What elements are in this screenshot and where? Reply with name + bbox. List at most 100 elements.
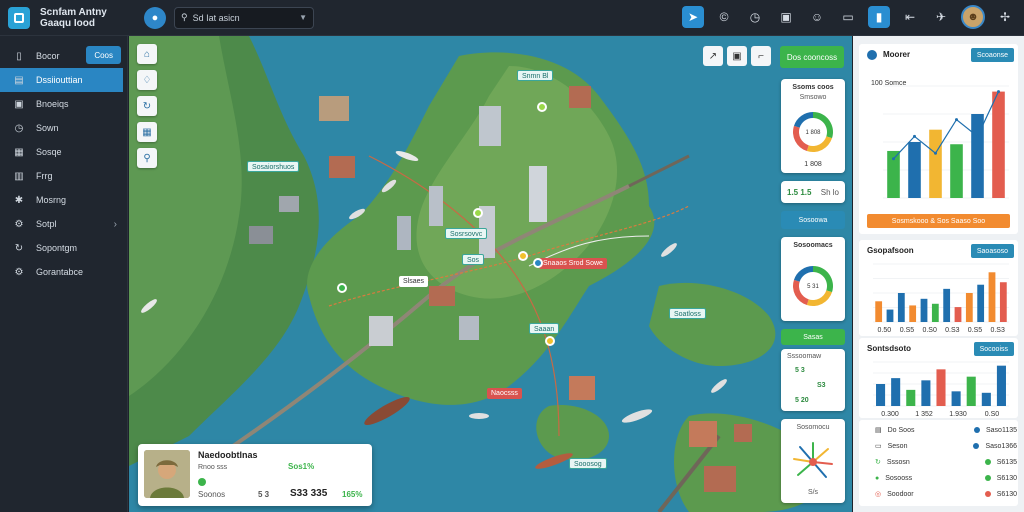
chart-bar[interactable] bbox=[996, 365, 1006, 406]
map-label[interactable]: Soatloss bbox=[669, 308, 706, 319]
chart-bar[interactable] bbox=[988, 272, 996, 322]
monitor-icon[interactable]: ▭ bbox=[837, 6, 859, 28]
chart-bar[interactable] bbox=[906, 389, 916, 406]
legend-row[interactable]: ▭ Seson Saso1366 bbox=[875, 440, 1017, 452]
chart-bar[interactable] bbox=[981, 392, 991, 406]
widget-donut-1[interactable]: Ssoms coos Smsowo 1 808 1 808 bbox=[781, 79, 845, 173]
chart-bar[interactable] bbox=[931, 303, 939, 322]
sidebar-item-5[interactable]: ▥ Frrg bbox=[0, 164, 127, 188]
chart-bar[interactable] bbox=[966, 376, 976, 406]
chart-button[interactable]: Saoasoso bbox=[970, 244, 1014, 258]
chart-card-mid[interactable]: Gsopafsoon Saoasoso 0.50 0.S5 0.S0 0.S3 0.S5… bbox=[859, 240, 1018, 336]
chart-point[interactable] bbox=[955, 118, 958, 122]
chart-bar[interactable] bbox=[999, 282, 1007, 322]
chart-button[interactable]: Scoaonse bbox=[970, 48, 1014, 62]
chart-bar[interactable] bbox=[921, 380, 931, 406]
search-input[interactable] bbox=[192, 12, 293, 23]
settings-icon[interactable]: ✢ bbox=[994, 6, 1016, 28]
map-label[interactable]: Snaaos Srod Sowe bbox=[539, 258, 607, 269]
widget-radial[interactable]: Sosomocu S/s bbox=[781, 419, 845, 503]
chart-point[interactable] bbox=[997, 90, 1000, 94]
chart-bar[interactable] bbox=[936, 369, 946, 406]
zoom-tool-button[interactable]: Dos cooncoss bbox=[780, 46, 844, 68]
window-tool-icon[interactable]: ▣ bbox=[727, 46, 747, 66]
chart-banner[interactable]: Sosmskooo & Sos Saaso Soo bbox=[867, 214, 1010, 228]
copyright-icon[interactable]: © bbox=[713, 6, 735, 28]
map-label[interactable]: Sos bbox=[462, 254, 485, 265]
clock-icon[interactable]: ◷ bbox=[744, 6, 766, 28]
map-pin[interactable] bbox=[545, 336, 555, 346]
widget-teal-button[interactable]: Sosoowa bbox=[781, 211, 845, 229]
pie-slice[interactable] bbox=[806, 290, 833, 306]
map-label[interactable]: Sooosog bbox=[569, 458, 607, 469]
pie-slice[interactable] bbox=[806, 136, 833, 152]
map-label[interactable]: Sosaiorshuos bbox=[247, 161, 300, 172]
widget-donut-2[interactable]: Sosoomacs 5 31 bbox=[781, 237, 845, 321]
legend-row[interactable]: ▤ Do Soos Saso1135 bbox=[875, 424, 1017, 436]
chart-card-low[interactable]: Sontsdsoto Socooiss 0.300 1 352 1.930 0.S0 bbox=[859, 338, 1018, 418]
map-label[interactable]: Snmn Bl bbox=[517, 70, 554, 81]
mobile-icon[interactable]: ▮ bbox=[868, 6, 890, 28]
chart-bar[interactable] bbox=[875, 301, 883, 322]
chart-bar[interactable] bbox=[954, 307, 962, 322]
chart-bar[interactable] bbox=[950, 144, 963, 198]
chart-bar[interactable] bbox=[929, 129, 942, 198]
drop-icon[interactable]: ♢ bbox=[137, 70, 157, 90]
link-icon[interactable]: ⚲ bbox=[137, 148, 157, 168]
sidebar-item-9[interactable]: ⚙ Gorantabce bbox=[0, 260, 127, 284]
chart-bar[interactable] bbox=[876, 384, 886, 406]
map-pin[interactable] bbox=[473, 208, 483, 218]
chart-bar[interactable] bbox=[992, 91, 1005, 198]
location-icon[interactable]: ● bbox=[144, 6, 166, 29]
chart-point[interactable] bbox=[913, 134, 916, 138]
sidebar-item-6[interactable]: ✱ Mosrng bbox=[0, 188, 127, 212]
chart-bar[interactable] bbox=[977, 284, 985, 322]
user-group-icon[interactable]: ☺ bbox=[806, 6, 828, 28]
grid-tool-icon[interactable]: ▦ bbox=[137, 122, 157, 142]
reload-icon[interactable]: ↻ bbox=[137, 96, 157, 116]
map-pin[interactable] bbox=[537, 102, 547, 112]
user-card[interactable]: Naedoobtlnas Rnoo sss Sos1% Soonos 5 3 S… bbox=[138, 444, 372, 506]
map-label[interactable]: Slsaes bbox=[399, 276, 429, 287]
arrow-icon[interactable]: ⇤ bbox=[899, 6, 921, 28]
chart-bar[interactable] bbox=[965, 293, 973, 322]
sidebar-action-button[interactable]: Coos bbox=[86, 46, 121, 64]
sidebar-item-2[interactable]: ▣ Bnoeiqs bbox=[0, 92, 127, 116]
plane-icon[interactable]: ✈ bbox=[930, 6, 952, 28]
chart-bar[interactable] bbox=[943, 288, 951, 322]
sidebar-item-1[interactable]: ▤ Dssiiouttian bbox=[0, 68, 123, 92]
chevron-down-icon[interactable]: ▼ bbox=[299, 13, 307, 22]
map-pin[interactable] bbox=[337, 283, 347, 293]
chart-bar[interactable] bbox=[951, 391, 961, 406]
chart-bar[interactable] bbox=[886, 309, 894, 322]
chart-point[interactable] bbox=[976, 134, 979, 138]
map-label[interactable]: Saaan bbox=[529, 323, 560, 334]
chart-card-top[interactable]: Moorer Scoaonse 100 Somce Sosmskooo & So… bbox=[859, 44, 1018, 234]
legend-row[interactable]: ● Sosooss S6130 bbox=[875, 472, 1017, 484]
chart-point[interactable] bbox=[934, 151, 937, 155]
chart-button[interactable]: Socooiss bbox=[973, 342, 1014, 356]
pin-tool-icon[interactable]: ↗ bbox=[703, 46, 723, 66]
box-icon[interactable]: ▣ bbox=[775, 6, 797, 28]
legend-row[interactable]: ◎ Soodoor S6130 bbox=[875, 488, 1017, 500]
legend-row[interactable]: ↻ Sssosn S6135 bbox=[875, 456, 1017, 468]
chart-bar[interactable] bbox=[891, 378, 901, 406]
map-pin[interactable] bbox=[533, 258, 543, 268]
chart-bar[interactable] bbox=[897, 293, 905, 322]
map-label[interactable]: Sosrsovvc bbox=[445, 228, 488, 239]
navigation-icon[interactable]: ➤ bbox=[682, 6, 704, 28]
sidebar-item-8[interactable]: ↻ Sopontgm bbox=[0, 236, 127, 260]
map-label[interactable]: Naocsss bbox=[487, 388, 522, 399]
chart-bar[interactable] bbox=[909, 305, 917, 322]
chart-bar[interactable] bbox=[920, 298, 928, 322]
frame-tool-icon[interactable]: ⌐ bbox=[751, 46, 771, 66]
sidebar-item-4[interactable]: ▦ Sosqe bbox=[0, 140, 127, 164]
sidebar-item-3[interactable]: ◷ Sown bbox=[0, 116, 127, 140]
widget-stat-row[interactable]: 1.5 1.5 Sh lo bbox=[781, 181, 845, 203]
app-logo-icon[interactable] bbox=[8, 6, 30, 29]
sidebar-item-0[interactable]: ▯ Bocor Coos bbox=[0, 44, 127, 68]
sidebar-item-7[interactable]: ⚙ Sotpl › bbox=[0, 212, 127, 236]
search-box[interactable]: ⚲ ▼ bbox=[174, 6, 314, 29]
map-view[interactable]: ⌂ ♢ ↻ ▦ ⚲ ↗ ▣ ⌐ Dos cooncoss Sosaiorshuo… bbox=[129, 36, 852, 512]
widget-list[interactable]: Sssoomaw 5 3 S3 5 20 bbox=[781, 349, 845, 411]
